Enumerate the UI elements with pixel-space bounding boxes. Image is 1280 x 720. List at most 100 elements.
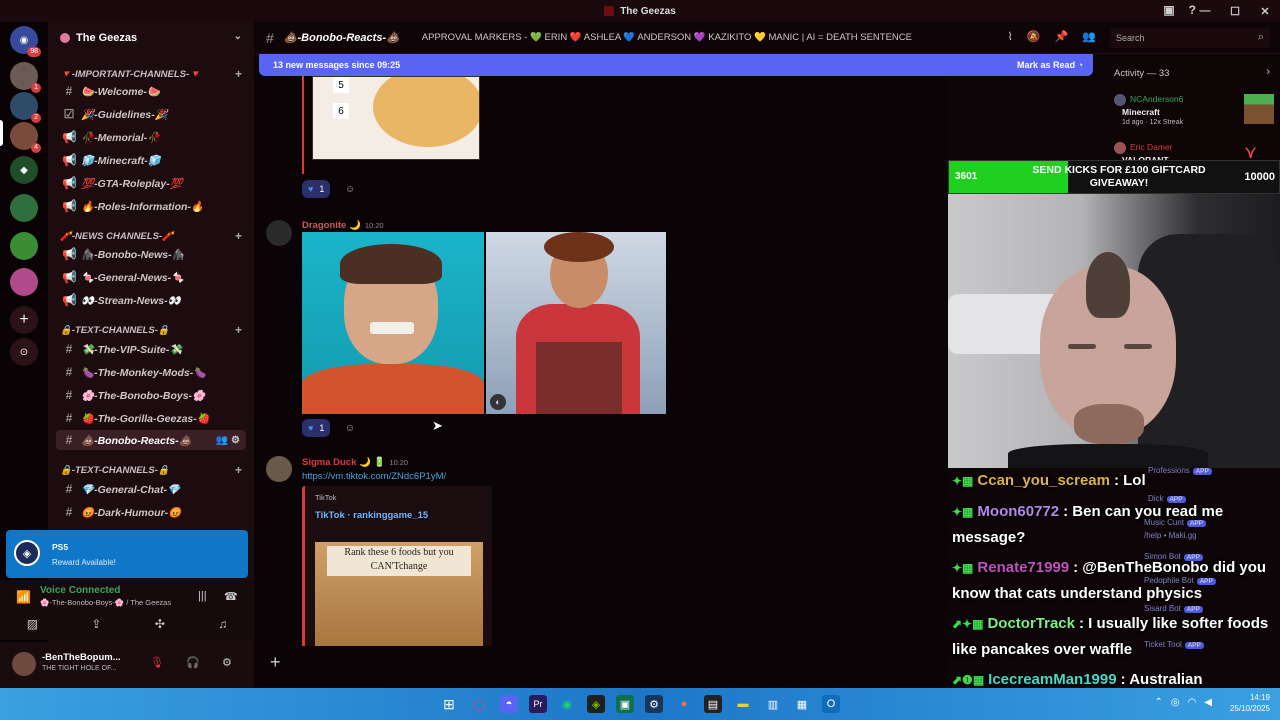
channel-item[interactable]: 📢 🔥-Roles-Information-🔥: [56, 196, 246, 216]
soundboard-icon[interactable]: ♫: [218, 617, 227, 631]
steam-icon[interactable]: ⚙: [645, 695, 663, 713]
firefox-icon[interactable]: ●: [675, 695, 693, 713]
screen-share-icon[interactable]: ⇪: [91, 617, 101, 631]
signal-icon[interactable]: 📶: [16, 590, 31, 604]
channel-item[interactable]: # 😡-Dark-Humour-😡: [56, 502, 246, 522]
mark-as-read-button[interactable]: Mark as Read ◔: [1017, 60, 1083, 70]
category-header[interactable]: 🧨-NEWS CHANNELS-🧨 +: [48, 228, 254, 244]
close-button[interactable]: ✕: [1250, 5, 1280, 18]
channel-item[interactable]: 📢 🦍-Bonobo-News-🦍: [56, 244, 246, 264]
channel-item[interactable]: # 🍉-Welcome-🍉: [56, 81, 246, 101]
embed-thumbnail[interactable]: Rank these 6 foods but you CAN'Tchange: [315, 542, 483, 646]
channel-item[interactable]: # 🌸-The-Bonobo-Boys-🌸: [56, 385, 246, 405]
add-channel-icon[interactable]: +: [235, 323, 242, 337]
channel-item[interactable]: 📢 🥀-Memorial-🥀: [56, 127, 246, 147]
channel-topic[interactable]: APPROVAL MARKERS - 💚 ERIN ❤️ ASHLEA 💙 AN…: [422, 32, 912, 43]
member-list-icon[interactable]: 👥: [1082, 30, 1096, 43]
reward-notification[interactable]: ◈ PS5 Reward Available!: [6, 530, 248, 578]
activity-item[interactable]: NCAnderson6 Minecraft 1d ago · 12x Strea…: [1114, 94, 1274, 132]
opera-icon[interactable]: ◯: [470, 695, 488, 713]
deafen-icon[interactable]: 🎧: [186, 656, 200, 669]
channel-item[interactable]: # 🍆-The-Monkey-Mods-🍆: [56, 362, 246, 382]
add-channel-icon[interactable]: +: [235, 67, 242, 81]
server-icon-the-geezas[interactable]: 4: [10, 122, 41, 153]
server-folder-icon[interactable]: [10, 268, 38, 296]
camera-icon[interactable]: ▨: [27, 617, 38, 631]
add-channel-icon[interactable]: +: [235, 463, 242, 477]
channel-item-active[interactable]: # 💩-Bonobo-Reacts-💩 👥 ⚙: [56, 430, 246, 450]
reaction-heart[interactable]: ♥ 1: [302, 180, 331, 198]
attachment-image[interactable]: [302, 232, 484, 414]
add-reaction-icon[interactable]: ☺: [342, 181, 358, 197]
channel-item[interactable]: # 💎-General-Chat-💎: [56, 479, 246, 499]
spotify-icon[interactable]: ◉: [558, 695, 576, 713]
noise-suppression-icon[interactable]: |||: [198, 590, 207, 602]
threads-icon[interactable]: ⌇: [1008, 30, 1013, 43]
server-icon[interactable]: 1: [10, 62, 41, 93]
network-icon[interactable]: ◎: [1171, 697, 1180, 708]
category-header[interactable]: 🔻-IMPORTANT-CHANNELS-🔻 +: [48, 66, 254, 82]
guild-header[interactable]: The Geezas ⌄: [48, 22, 254, 54]
add-channel-icon[interactable]: +: [235, 229, 242, 243]
reaction-heart[interactable]: ♥ 1: [302, 419, 331, 437]
alt-text-icon[interactable]: ◐: [490, 394, 506, 410]
app-icon[interactable]: ▣: [616, 695, 634, 713]
discover-icon[interactable]: ⊙: [10, 338, 38, 366]
attach-plus-icon[interactable]: +: [270, 652, 281, 673]
monitor-icon[interactable]: ▣: [1163, 3, 1174, 17]
discord-icon[interactable]: ◓: [500, 695, 518, 713]
channel-item[interactable]: # 💸-The-VIP-Suite-💸: [56, 339, 246, 359]
add-reaction-icon[interactable]: ☺: [342, 420, 358, 436]
new-messages-bar[interactable]: 13 new messages since 09:25 Mark as Read…: [259, 54, 1093, 76]
username[interactable]: -BenTheBopum...: [42, 652, 121, 663]
mic-muted-icon[interactable]: 🎙: [150, 656, 164, 669]
channel-item[interactable]: # 🍓-The-Gorilla-Geezas-🍓: [56, 408, 246, 428]
app-icon[interactable]: ▦: [793, 695, 811, 713]
direct-messages-icon[interactable]: ◉ 98: [10, 26, 41, 57]
pin-icon[interactable]: 📌: [1055, 30, 1069, 43]
windows-start-icon[interactable]: ⊞: [440, 695, 458, 713]
channel-item[interactable]: 📢 💯-GTA-Roleplay-💯: [56, 173, 246, 193]
outlook-icon[interactable]: O: [822, 695, 840, 713]
avatar[interactable]: [12, 652, 36, 676]
channel-item[interactable]: 📢 🍬-General-News-🍬: [56, 267, 246, 287]
embed-title[interactable]: TikTok · rankinggame_15: [315, 510, 428, 521]
message-author[interactable]: Sigma Duck 🌙 🔋 10:20: [302, 457, 408, 468]
message-author[interactable]: Dragonite 🌙 10:20: [302, 220, 384, 231]
category-header[interactable]: 🔒-TEXT-CHANNELS-🔒 +: [48, 322, 254, 338]
server-icon[interactable]: [10, 194, 38, 222]
voice-channel[interactable]: 🌸-The-Bonobo-Boys-🌸 / The Geezas: [40, 598, 171, 607]
search-input[interactable]: Search ⌕: [1110, 28, 1270, 48]
server-icon[interactable]: 2: [10, 92, 41, 123]
server-icon[interactable]: [10, 232, 38, 260]
add-server-icon[interactable]: +: [10, 306, 38, 334]
gear-icon[interactable]: ⚙: [222, 656, 232, 669]
premiere-icon[interactable]: Pr: [529, 695, 547, 713]
message-composer[interactable]: +: [254, 646, 948, 688]
file-explorer-icon[interactable]: ▬: [734, 695, 752, 713]
attachment-image[interactable]: ◐: [486, 232, 666, 414]
maximize-button[interactable]: ☐: [1220, 5, 1250, 18]
terminal-icon[interactable]: ▤: [704, 695, 722, 713]
channel-item[interactable]: 📢 🧊-Minecraft-🧊: [56, 150, 246, 170]
server-icon[interactable]: ◆: [10, 156, 38, 184]
channel-item[interactable]: ☑ 🎉-Guidelines-🎉: [56, 104, 246, 124]
notification-mute-icon[interactable]: 🔕: [1027, 30, 1041, 43]
minimize-button[interactable]: —: [1190, 5, 1220, 17]
category-header[interactable]: 🔒-TEXT-CHANNELS-🔒 +: [48, 462, 254, 478]
nvidia-icon[interactable]: ◈: [587, 695, 605, 713]
channel-item[interactable]: 📢 👀-Stream-News-👀: [56, 290, 246, 310]
volume-icon[interactable]: ◀: [1204, 697, 1212, 708]
chevron-right-icon[interactable]: ›: [1266, 66, 1270, 78]
chevron-up-icon[interactable]: ⌃: [1154, 697, 1162, 708]
disconnect-icon[interactable]: ☎: [224, 590, 238, 603]
avatar[interactable]: [266, 220, 292, 246]
notepad-icon[interactable]: ▥: [764, 695, 782, 713]
wifi-icon[interactable]: ◠: [1188, 697, 1197, 708]
attachment-image[interactable]: 5 6: [312, 76, 480, 160]
message-link[interactable]: https://vm.tiktok.com/ZNdc6P1yM/: [302, 471, 446, 482]
taskbar-clock[interactable]: 14:19 25/10/2025: [1230, 692, 1270, 714]
activities-icon[interactable]: ✣: [155, 617, 165, 631]
avatar[interactable]: [266, 456, 292, 482]
channel-settings-icon[interactable]: 👥 ⚙: [216, 435, 240, 446]
